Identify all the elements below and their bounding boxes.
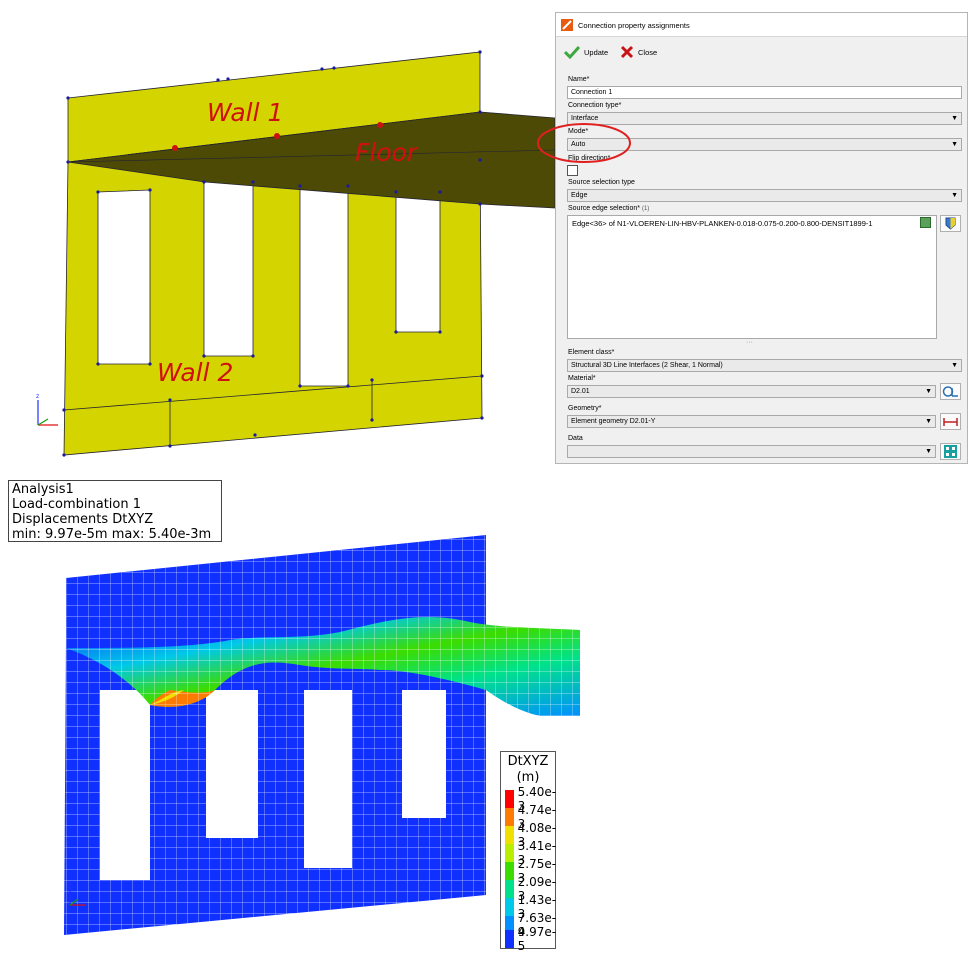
legend-swatch [505, 790, 514, 808]
geometry-editor-button[interactable] [940, 413, 961, 430]
chevron-down-icon: ▼ [925, 388, 932, 395]
legend-swatch [505, 880, 514, 898]
name-field[interactable]: Connection 1 [567, 86, 962, 99]
close-button[interactable]: Close [620, 41, 657, 63]
mode-highlight-ellipse [537, 123, 631, 163]
analysis-info-box: Analysis1 Load-combination 1 Displacemen… [8, 480, 222, 542]
dialog-title: Connection property assignments [578, 21, 690, 30]
connection-type-label: Connection type* [568, 102, 622, 109]
geometry-viewport[interactable]: z Wall 1 Floor Wall 2 [0, 0, 556, 462]
wall1-label: Wall 1 [207, 98, 284, 127]
legend-unit: (m) [516, 770, 540, 785]
chevron-down-icon: ▼ [951, 192, 958, 199]
analysis-name: Analysis1 [12, 482, 74, 497]
legend-swatch [505, 930, 514, 948]
update-button[interactable]: Update [564, 41, 608, 63]
connection-app-icon [561, 19, 573, 31]
source-edge-selection-label: Source edge selection* (1) [568, 205, 650, 212]
wall2-label: Wall 2 [157, 358, 234, 387]
color-legend: DtXYZ (m) 5.40e-3 4.74e-3 4.08e-3 3.41e-… [500, 751, 557, 953]
material-select[interactable]: D2.01 ▼ [567, 385, 936, 398]
geometry-select[interactable]: Element geometry D2.01-Y ▼ [567, 415, 936, 428]
source-edge-item[interactable]: Edge<36> of N1-VLOEREN-LIN-HBV-PLANKEN-0… [572, 219, 873, 228]
chevron-down-icon: ▼ [951, 141, 958, 148]
source-selection-type-select[interactable]: Edge ▼ [567, 189, 962, 202]
legend-swatch [505, 862, 514, 880]
legend-swatch [505, 898, 514, 916]
name-label: Name* [568, 76, 590, 83]
geometry-icon [943, 418, 958, 426]
element-class-value: Structural 3D Line Interfaces (2 Shear, … [571, 362, 723, 369]
legend-swatch [505, 826, 514, 844]
geometry-label: Geometry* [568, 405, 602, 412]
legend-swatch [505, 844, 514, 862]
material-value: D2.01 [571, 388, 590, 395]
axis-triad-icon: z [36, 393, 58, 426]
pick-selection-button[interactable] [940, 215, 961, 232]
svg-text:z: z [36, 393, 39, 400]
close-label: Close [638, 47, 658, 57]
legend-swatch [505, 808, 514, 826]
data-editor-button[interactable] [940, 443, 961, 460]
checkmark-icon [564, 45, 580, 59]
floor-label: Floor [355, 138, 418, 167]
chevron-down-icon: ▼ [925, 448, 932, 455]
element-class-label: Element class* [568, 349, 615, 356]
update-label: Update [584, 47, 609, 57]
chevron-down-icon: ▼ [925, 418, 932, 425]
data-label: Data [568, 435, 583, 442]
legend-entry: 9.97e-5 [505, 925, 557, 953]
geometry-model: z [36, 50, 556, 457]
material-editor-button[interactable] [940, 383, 961, 400]
chevron-down-icon: ▼ [951, 362, 958, 369]
edit-selection-icon[interactable] [920, 217, 931, 228]
chevron-down-icon: ▼ [951, 115, 958, 122]
data-select[interactable]: ▼ [567, 445, 936, 458]
source-selection-type-value: Edge [571, 192, 588, 199]
material-icon [942, 386, 958, 397]
connection-property-dialog: Connection property assignments Update C… [537, 12, 968, 464]
result-quantity: Displacements DtXYZ [12, 512, 154, 527]
shield-select-icon [945, 217, 956, 230]
material-label: Material* [568, 375, 596, 382]
legend-title: DtXYZ [507, 754, 549, 769]
element-class-select[interactable]: Structural 3D Line Interfaces (2 Shear, … [567, 359, 962, 372]
close-icon [620, 45, 634, 59]
dialog-title-bar: Connection property assignments [556, 13, 967, 37]
load-combination: Load-combination 1 [12, 497, 142, 512]
flip-direction-checkbox[interactable] [567, 165, 578, 176]
resize-grip-icon[interactable]: ··· [746, 339, 753, 346]
source-selection-type-label: Source selection type [568, 179, 635, 186]
geometry-value: Element geometry D2.01-Y [571, 418, 656, 425]
legend-value: 9.97e-5 [517, 925, 557, 953]
data-grid-icon [944, 445, 957, 458]
min-max-values: min: 9.97e-5m max: 5.40e-3m [12, 527, 212, 542]
source-edge-selection-list[interactable]: Edge<36> of N1-VLOEREN-LIN-HBV-PLANKEN-0… [567, 215, 937, 339]
